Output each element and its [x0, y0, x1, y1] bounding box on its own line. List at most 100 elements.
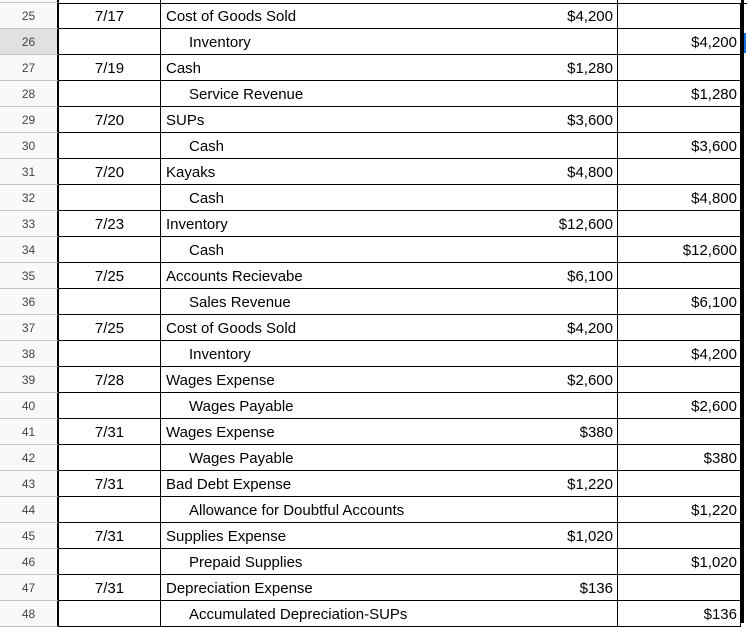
credit-cell[interactable]: [618, 55, 741, 81]
credit-cell[interactable]: $380: [618, 445, 741, 471]
date-cell[interactable]: [59, 289, 161, 315]
row-header[interactable]: 40: [0, 393, 59, 419]
account-cell[interactable]: Cost of Goods Sold $4,200: [161, 315, 618, 341]
credit-cell[interactable]: $136: [618, 601, 741, 627]
credit-cell[interactable]: [618, 471, 741, 497]
row-header[interactable]: 32: [0, 185, 59, 211]
credit-cell[interactable]: $3,600: [618, 133, 741, 159]
row-header[interactable]: 26: [0, 29, 59, 55]
account-cell[interactable]: Cash: [161, 237, 618, 263]
account-cell[interactable]: Depreciation Expense $136: [161, 575, 618, 601]
credit-cell[interactable]: [618, 107, 741, 133]
credit-cell[interactable]: [618, 367, 741, 393]
account-cell[interactable]: Accumulated Depreciation-SUPs: [161, 601, 618, 627]
date-cell[interactable]: 7/31: [59, 471, 161, 497]
account-cell[interactable]: Supplies Expense $1,020: [161, 523, 618, 549]
date-cell[interactable]: [59, 601, 161, 627]
credit-cell[interactable]: $2,600: [618, 393, 741, 419]
table-row: 33 7/23 Inventory $12,600: [0, 211, 747, 237]
credit-cell[interactable]: $4,200: [618, 29, 741, 55]
row-header[interactable]: 41: [0, 419, 59, 445]
date-cell[interactable]: [59, 497, 161, 523]
account-cell[interactable]: Kayaks $4,800: [161, 159, 618, 185]
date-cell[interactable]: [59, 549, 161, 575]
credit-cell[interactable]: $6,100: [618, 289, 741, 315]
credit-cell[interactable]: $4,200: [618, 341, 741, 367]
account-cell[interactable]: Inventory: [161, 29, 618, 55]
row-header[interactable]: 37: [0, 315, 59, 341]
date-cell[interactable]: [59, 445, 161, 471]
account-cell[interactable]: Wages Payable: [161, 445, 618, 471]
row-header[interactable]: 36: [0, 289, 59, 315]
account-cell[interactable]: Cash $1,280: [161, 55, 618, 81]
account-cell[interactable]: Wages Payable: [161, 393, 618, 419]
column-border: [741, 0, 744, 623]
row-header[interactable]: 33: [0, 211, 59, 237]
row-header[interactable]: 39: [0, 367, 59, 393]
row-header[interactable]: 28: [0, 81, 59, 107]
credit-cell[interactable]: [618, 211, 741, 237]
date-cell[interactable]: [59, 133, 161, 159]
date-cell[interactable]: 7/25: [59, 263, 161, 289]
account-cell[interactable]: Cash: [161, 133, 618, 159]
row-header[interactable]: 35: [0, 263, 59, 289]
row-header[interactable]: 38: [0, 341, 59, 367]
credit-cell[interactable]: [618, 263, 741, 289]
credit-cell[interactable]: $1,220: [618, 497, 741, 523]
row-header[interactable]: 47: [0, 575, 59, 601]
account-cell[interactable]: Accounts Recievabe $6,100: [161, 263, 618, 289]
credit-cell[interactable]: [618, 159, 741, 185]
credit-cell[interactable]: $4,800: [618, 185, 741, 211]
account-cell[interactable]: Allowance for Doubtful Accounts: [161, 497, 618, 523]
account-cell[interactable]: Sales Revenue: [161, 289, 618, 315]
account-cell[interactable]: Service Revenue: [161, 81, 618, 107]
date-cell[interactable]: 7/20: [59, 159, 161, 185]
date-cell[interactable]: [59, 185, 161, 211]
date-cell[interactable]: 7/28: [59, 367, 161, 393]
date-cell[interactable]: [59, 29, 161, 55]
date-cell[interactable]: 7/25: [59, 315, 161, 341]
date-cell[interactable]: 7/20: [59, 107, 161, 133]
account-cell[interactable]: Cost of Goods Sold $4,200: [161, 3, 618, 29]
date-cell[interactable]: [59, 81, 161, 107]
account-cell[interactable]: Cash: [161, 185, 618, 211]
row-header[interactable]: 48: [0, 601, 59, 627]
row-header[interactable]: 27: [0, 55, 59, 81]
account-cell[interactable]: SUPs $3,600: [161, 107, 618, 133]
date-cell[interactable]: 7/17: [59, 3, 161, 29]
date-cell[interactable]: [59, 237, 161, 263]
account-cell[interactable]: Prepaid Supplies: [161, 549, 618, 575]
credit-cell[interactable]: [618, 315, 741, 341]
account-cell[interactable]: Inventory: [161, 341, 618, 367]
row-header[interactable]: 45: [0, 523, 59, 549]
table-row: 26 Inventory $4,200: [0, 29, 747, 55]
date-cell[interactable]: 7/31: [59, 575, 161, 601]
row-header[interactable]: 42: [0, 445, 59, 471]
date-cell[interactable]: 7/31: [59, 419, 161, 445]
account-cell[interactable]: Wages Expense $380: [161, 419, 618, 445]
date-cell[interactable]: [59, 341, 161, 367]
row-header[interactable]: 46: [0, 549, 59, 575]
row-header[interactable]: 30: [0, 133, 59, 159]
date-cell[interactable]: 7/31: [59, 523, 161, 549]
account-cell[interactable]: Wages Expense $2,600: [161, 367, 618, 393]
credit-cell[interactable]: [618, 575, 741, 601]
credit-cell[interactable]: $12,600: [618, 237, 741, 263]
credit-cell[interactable]: [618, 3, 741, 29]
row-header[interactable]: 25: [0, 3, 59, 29]
credit-cell[interactable]: $1,280: [618, 81, 741, 107]
row-header[interactable]: 44: [0, 497, 59, 523]
row-header[interactable]: 29: [0, 107, 59, 133]
row-header[interactable]: 43: [0, 471, 59, 497]
row-header[interactable]: 34: [0, 237, 59, 263]
account-cell[interactable]: Inventory $12,600: [161, 211, 618, 237]
credit-cell[interactable]: $1,020: [618, 549, 741, 575]
account-cell[interactable]: Bad Debt Expense $1,220: [161, 471, 618, 497]
credit-cell[interactable]: [618, 523, 741, 549]
credit-cell[interactable]: [618, 419, 741, 445]
date-cell[interactable]: 7/19: [59, 55, 161, 81]
date-cell[interactable]: [59, 393, 161, 419]
table-row: 43 7/31 Bad Debt Expense $1,220: [0, 471, 747, 497]
row-header[interactable]: 31: [0, 159, 59, 185]
date-cell[interactable]: 7/23: [59, 211, 161, 237]
